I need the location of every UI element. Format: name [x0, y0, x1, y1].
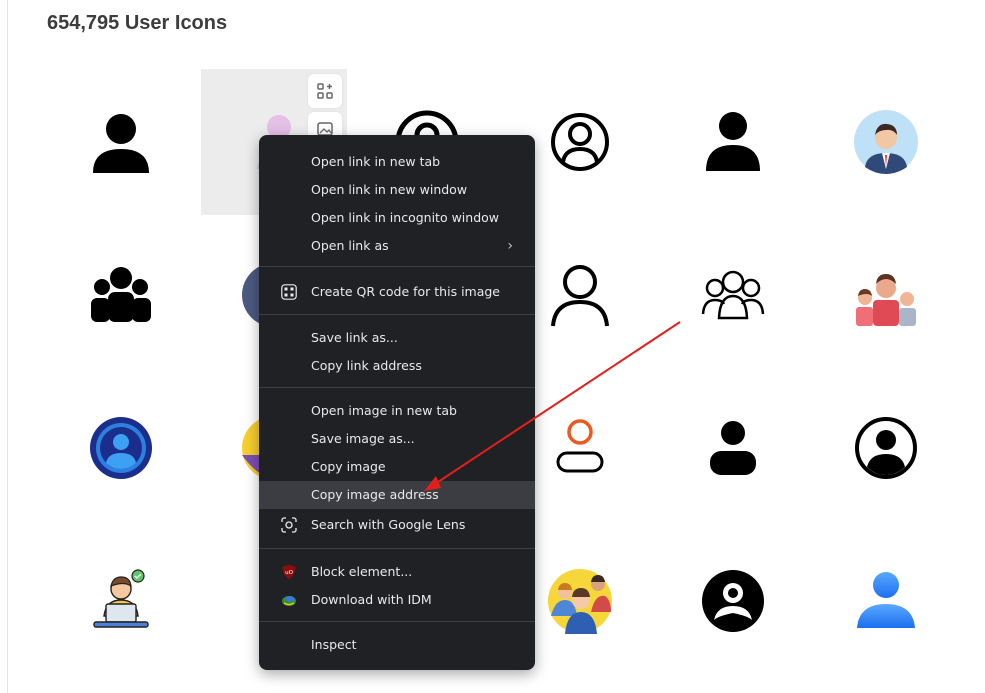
icon-tile[interactable] [660, 69, 806, 215]
person-outline-icon [551, 265, 609, 327]
icon-tile[interactable] [813, 69, 959, 215]
menu-item-label: Save image as... [311, 431, 415, 446]
menu-open-link-new-window[interactable]: Open link in new window [259, 176, 535, 204]
menu-divider [259, 548, 535, 549]
menu-divider [259, 266, 535, 267]
menu-divider [259, 621, 535, 622]
menu-copy-image[interactable]: Copy image [259, 453, 535, 481]
menu-item-label: Open image in new tab [311, 403, 457, 418]
user-circle-blue-icon [90, 417, 152, 479]
menu-item-label: Search with Google Lens [311, 517, 466, 532]
menu-save-image-as[interactable]: Save image as... [259, 425, 535, 453]
page-title: 654,795 User Icons [47, 12, 228, 34]
menu-item-label: Download with IDM [311, 592, 432, 607]
menu-divider [259, 387, 535, 388]
menu-item-label: Inspect [311, 637, 357, 652]
svg-text:uO: uO [285, 570, 293, 576]
menu-item-label: Save link as... [311, 330, 398, 345]
chevron-right-icon: › [507, 238, 513, 254]
menu-inspect[interactable]: Inspect [259, 631, 535, 659]
family-avatar-icon [856, 274, 916, 326]
icon-tile[interactable] [48, 528, 194, 674]
menu-create-qr-code[interactable]: Create QR code for this image [259, 278, 535, 306]
menu-item-label: Open link as [311, 238, 389, 253]
page-left-border [7, 0, 8, 693]
menu-open-image-new-tab[interactable]: Open image in new tab [259, 397, 535, 425]
icon-tile[interactable] [813, 375, 959, 521]
icon-tile[interactable] [48, 222, 194, 368]
menu-item-label: Copy image [311, 459, 386, 474]
team-avatar-icon [548, 569, 612, 634]
menu-save-link-as[interactable]: Save link as... [259, 324, 535, 352]
icon-tile[interactable] [48, 69, 194, 215]
menu-download-idm[interactable]: Download with IDM [259, 586, 535, 614]
laptop-user-icon [93, 569, 149, 628]
idm-icon [282, 596, 296, 606]
ublock-shield-icon: uO [282, 564, 296, 580]
menu-copy-image-address[interactable]: Copy image address [259, 481, 535, 509]
icon-tile[interactable] [48, 375, 194, 521]
menu-item-label: Open link in new tab [311, 154, 441, 169]
menu-item-label: Open link in new window [311, 182, 468, 197]
menu-item-label: Create QR code for this image [311, 284, 501, 299]
menu-item-label: Copy link address [311, 358, 422, 373]
menu-item-label: Block element... [311, 564, 413, 579]
add-to-collection-button[interactable] [308, 74, 342, 108]
group-outline-icon [701, 270, 765, 320]
businessman-avatar-icon [854, 110, 918, 174]
person-solid-icon [706, 112, 760, 171]
menu-open-link-incognito[interactable]: Open link in incognito window [259, 204, 535, 232]
menu-search-google-lens[interactable]: Search with Google Lens [259, 511, 535, 539]
user-circle-outline-icon [551, 113, 609, 171]
menu-copy-link-address[interactable]: Copy link address [259, 352, 535, 380]
context-menu: Open link in new tab Open link in new wi… [259, 135, 535, 670]
group-solid-icon [91, 267, 151, 322]
person-blue-icon [857, 572, 915, 628]
google-lens-icon [281, 517, 297, 533]
person-solid-icon [710, 421, 756, 475]
menu-block-element[interactable]: uO Block element... [259, 558, 535, 586]
add-collection-icon [317, 83, 333, 99]
menu-divider [259, 314, 535, 315]
menu-item-label: Copy image address [311, 487, 439, 502]
menu-open-link-as[interactable]: Open link as › [259, 232, 535, 260]
person-solid-icon [93, 114, 149, 173]
icon-tile[interactable] [660, 375, 806, 521]
user-circle-solid-icon [702, 570, 764, 632]
icon-tile[interactable] [813, 222, 959, 368]
icon-tile[interactable] [813, 528, 959, 674]
menu-open-link-new-tab[interactable]: Open link in new tab [259, 148, 535, 176]
menu-item-label: Open link in incognito window [311, 210, 500, 225]
icon-tile[interactable] [660, 528, 806, 674]
icon-tile[interactable] [660, 222, 806, 368]
user-circle-solid-icon [855, 417, 917, 479]
qr-code-icon [281, 284, 297, 300]
person-orange-outline-icon [556, 419, 604, 473]
